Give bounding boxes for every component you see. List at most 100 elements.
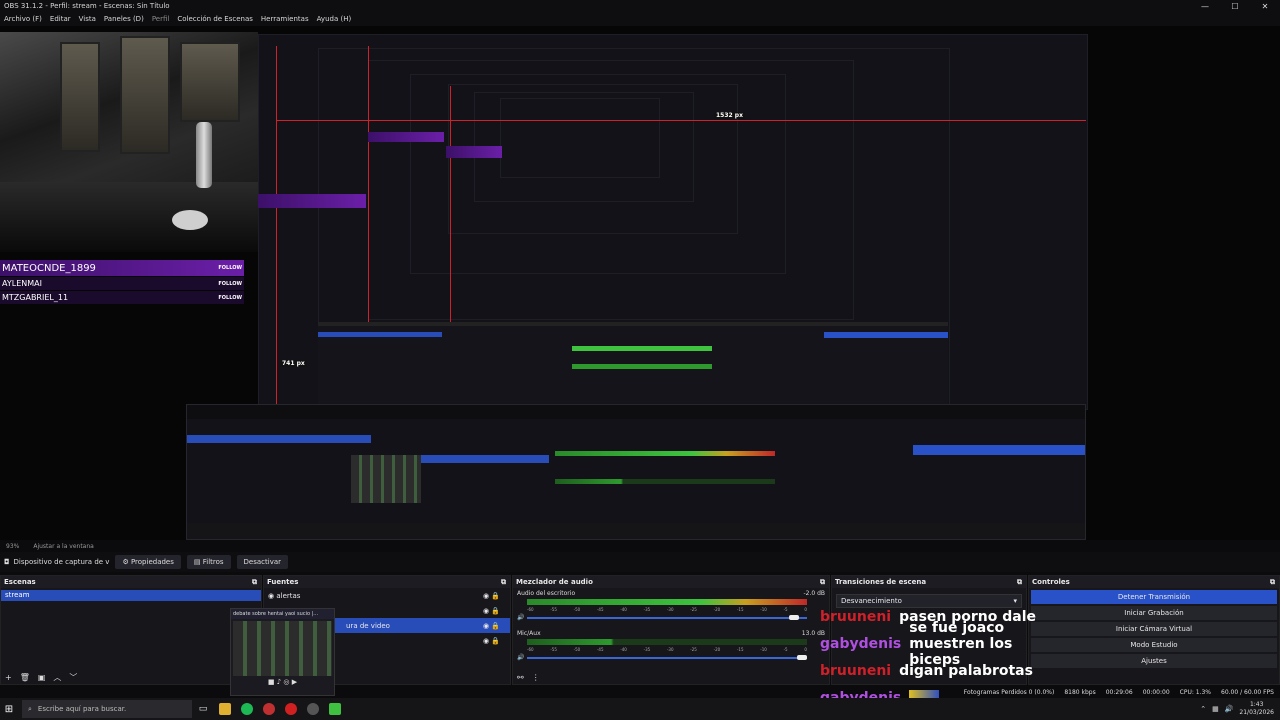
speaker-icon[interactable]: 🔊 <box>517 654 524 661</box>
filters-button[interactable]: ▤ Filtros <box>186 555 231 569</box>
scale-tick: -30 <box>666 647 674 652</box>
speaker-icon[interactable]: 🔊 <box>517 614 524 621</box>
mixer-footer: ⚯ ⋮ <box>513 670 829 684</box>
opera-icon[interactable] <box>280 700 302 718</box>
meter-scale: -60 -55 -50 -45 -40 -35 -30 -25 -20 -15 -10 -5 0 <box>527 607 807 613</box>
scale-tick: -40 <box>620 647 627 652</box>
scale-tick: -40 <box>620 607 627 612</box>
scene-item-stream[interactable]: stream <box>1 590 261 601</box>
clock[interactable]: 1:43 21/03/2026 <box>1239 701 1274 717</box>
follow-row: AYLENMAI FOLLOW <box>0 277 244 290</box>
scale-tick: -60 <box>527 647 534 652</box>
popup-controls[interactable]: ■ ♪ ◎ ▶ <box>231 678 334 686</box>
chat-message: digan palabrotas <box>899 662 1033 679</box>
undock-icon[interactable]: ⧉ <box>252 578 257 587</box>
undock-icon[interactable]: ⧉ <box>1270 578 1275 587</box>
follow-row: MTZGABRIEL_11 FOLLOW <box>0 291 244 304</box>
up-icon[interactable]: ︿ <box>53 672 61 683</box>
chat-message: se fue joaco muestren los biceps <box>909 619 1013 668</box>
scale-tick: -55 <box>550 607 557 612</box>
globe-icon: ◉ <box>268 591 277 600</box>
nested-docks <box>318 322 948 408</box>
eye-icon[interactable]: ◉ 🔒 <box>483 637 500 645</box>
filter-icon[interactable]: ▣ <box>38 673 46 682</box>
chat-user: bruuneni <box>820 662 892 679</box>
network-icon[interactable]: ▦ <box>1212 705 1219 713</box>
taskbar-search[interactable]: ⌕ Escribe aquí para buscar. <box>22 700 192 718</box>
scale-tick: 0 <box>804 647 807 652</box>
eye-icon[interactable]: ◉ 🔒 <box>483 622 500 630</box>
fit-window[interactable]: Ajustar a la ventana <box>33 543 94 550</box>
menu-vista[interactable]: Vista <box>79 15 96 23</box>
stop-stream-button[interactable]: Detener Transmisión <box>1031 590 1277 604</box>
transitions-title: Transiciones de escena <box>835 578 927 586</box>
menu-editar[interactable]: Editar <box>50 15 71 23</box>
webcam-feed <box>0 32 258 252</box>
minimize-button[interactable]: — <box>1190 2 1220 11</box>
menu-herramientas[interactable]: Herramientas <box>261 15 309 23</box>
link-icon[interactable]: ⚯ <box>517 673 524 682</box>
down-icon[interactable]: ﹀ <box>69 672 77 683</box>
sources-title: Fuentes <box>267 578 299 586</box>
volume-icon[interactable]: 🔊 <box>1225 705 1234 713</box>
task-view-icon[interactable]: ▭ <box>192 700 214 718</box>
preview-canvas[interactable]: MATEOCNDE_1899 FOLLOW AYLENMAI FOLLOW MT… <box>0 26 1280 540</box>
volume-slider[interactable] <box>527 657 807 659</box>
undock-icon[interactable]: ⧉ <box>820 578 825 587</box>
spotify-icon[interactable] <box>236 700 258 718</box>
scale-tick: -35 <box>643 647 651 652</box>
menu-ayuda[interactable]: Ayuda (H) <box>317 15 352 23</box>
volume-knob[interactable] <box>797 655 807 660</box>
volume-meter <box>527 639 807 645</box>
nested-preview-main <box>186 404 1086 540</box>
add-icon[interactable]: + <box>5 673 12 682</box>
obs-icon[interactable] <box>302 700 324 718</box>
menu-archivo[interactable]: Archivo (F) <box>4 15 42 23</box>
chat-user: bruuneni <box>820 608 892 625</box>
stream-time: 00:29:06 <box>1105 688 1133 696</box>
scale-tick: -45 <box>596 607 604 612</box>
menu-perfil[interactable]: Perfil <box>152 15 170 23</box>
scale-tick: -35 <box>643 607 651 612</box>
deactivate-button[interactable]: Desactivar <box>236 555 289 569</box>
studio-mode-button[interactable]: Modo Estudio <box>1031 638 1277 652</box>
scale-tick: -60 <box>527 607 534 612</box>
close-button[interactable]: ✕ <box>1250 2 1280 11</box>
nested-follow-strip <box>258 194 366 208</box>
status-bar: Fotogramas Perdidos 0 (0.0%) 8180 kbps 0… <box>820 686 1280 698</box>
source-item-alertas[interactable]: ◉ alertas ◉ 🔒 <box>264 588 510 603</box>
scale-tick: -10 <box>760 607 767 612</box>
windows-start-icon[interactable]: ⊞ <box>0 704 18 715</box>
volume-meter <box>527 599 807 605</box>
chat-user: gabydenis <box>820 635 902 652</box>
app-icon[interactable] <box>324 700 346 718</box>
scenes-dock: Escenas ⧉ stream + 🗑 ▣ ︿ ﹀ <box>0 575 262 685</box>
nested-follow-strip <box>446 146 502 158</box>
scale-tick: -55 <box>550 647 557 652</box>
start-recording-button[interactable]: Iniciar Grabación <box>1031 606 1277 620</box>
scale-tick: -25 <box>690 647 697 652</box>
undock-icon[interactable]: ⧉ <box>501 578 506 587</box>
menu-coleccion[interactable]: Colección de Escenas <box>177 15 253 23</box>
volume-knob[interactable] <box>789 615 799 620</box>
chevron-up-icon[interactable]: ⌃ <box>1200 705 1206 713</box>
volume-slider[interactable] <box>527 617 807 619</box>
properties-button[interactable]: ⚙ Propiedades <box>115 555 181 569</box>
maximize-button[interactable]: ☐ <box>1220 2 1250 11</box>
measure-line-h <box>276 120 1086 121</box>
start-virtual-cam-button[interactable]: Iniciar Cámara Virtual <box>1031 622 1277 636</box>
audio-mixer-dock: Mezclador de audio ⧉ Audio del escritorio… <box>512 575 830 685</box>
menu-icon[interactable]: ⋮ <box>532 673 540 682</box>
scenes-title: Escenas <box>4 578 36 586</box>
menu-paneles[interactable]: Paneles (D) <box>104 15 144 23</box>
undock-icon[interactable]: ⧉ <box>1017 578 1022 587</box>
eye-icon[interactable]: ◉ 🔒 <box>483 592 500 600</box>
settings-button[interactable]: Ajustes <box>1031 654 1277 668</box>
search-icon: ⌕ <box>28 704 32 713</box>
fps: 60.00 / 60.00 FPS <box>1221 688 1274 696</box>
zoom-level[interactable]: 93% <box>6 543 19 550</box>
eye-icon[interactable]: ◉ 🔒 <box>483 607 500 615</box>
folder-icon[interactable] <box>214 700 236 718</box>
trash-icon[interactable]: 🗑 <box>20 673 30 682</box>
chrome-icon[interactable] <box>258 700 280 718</box>
